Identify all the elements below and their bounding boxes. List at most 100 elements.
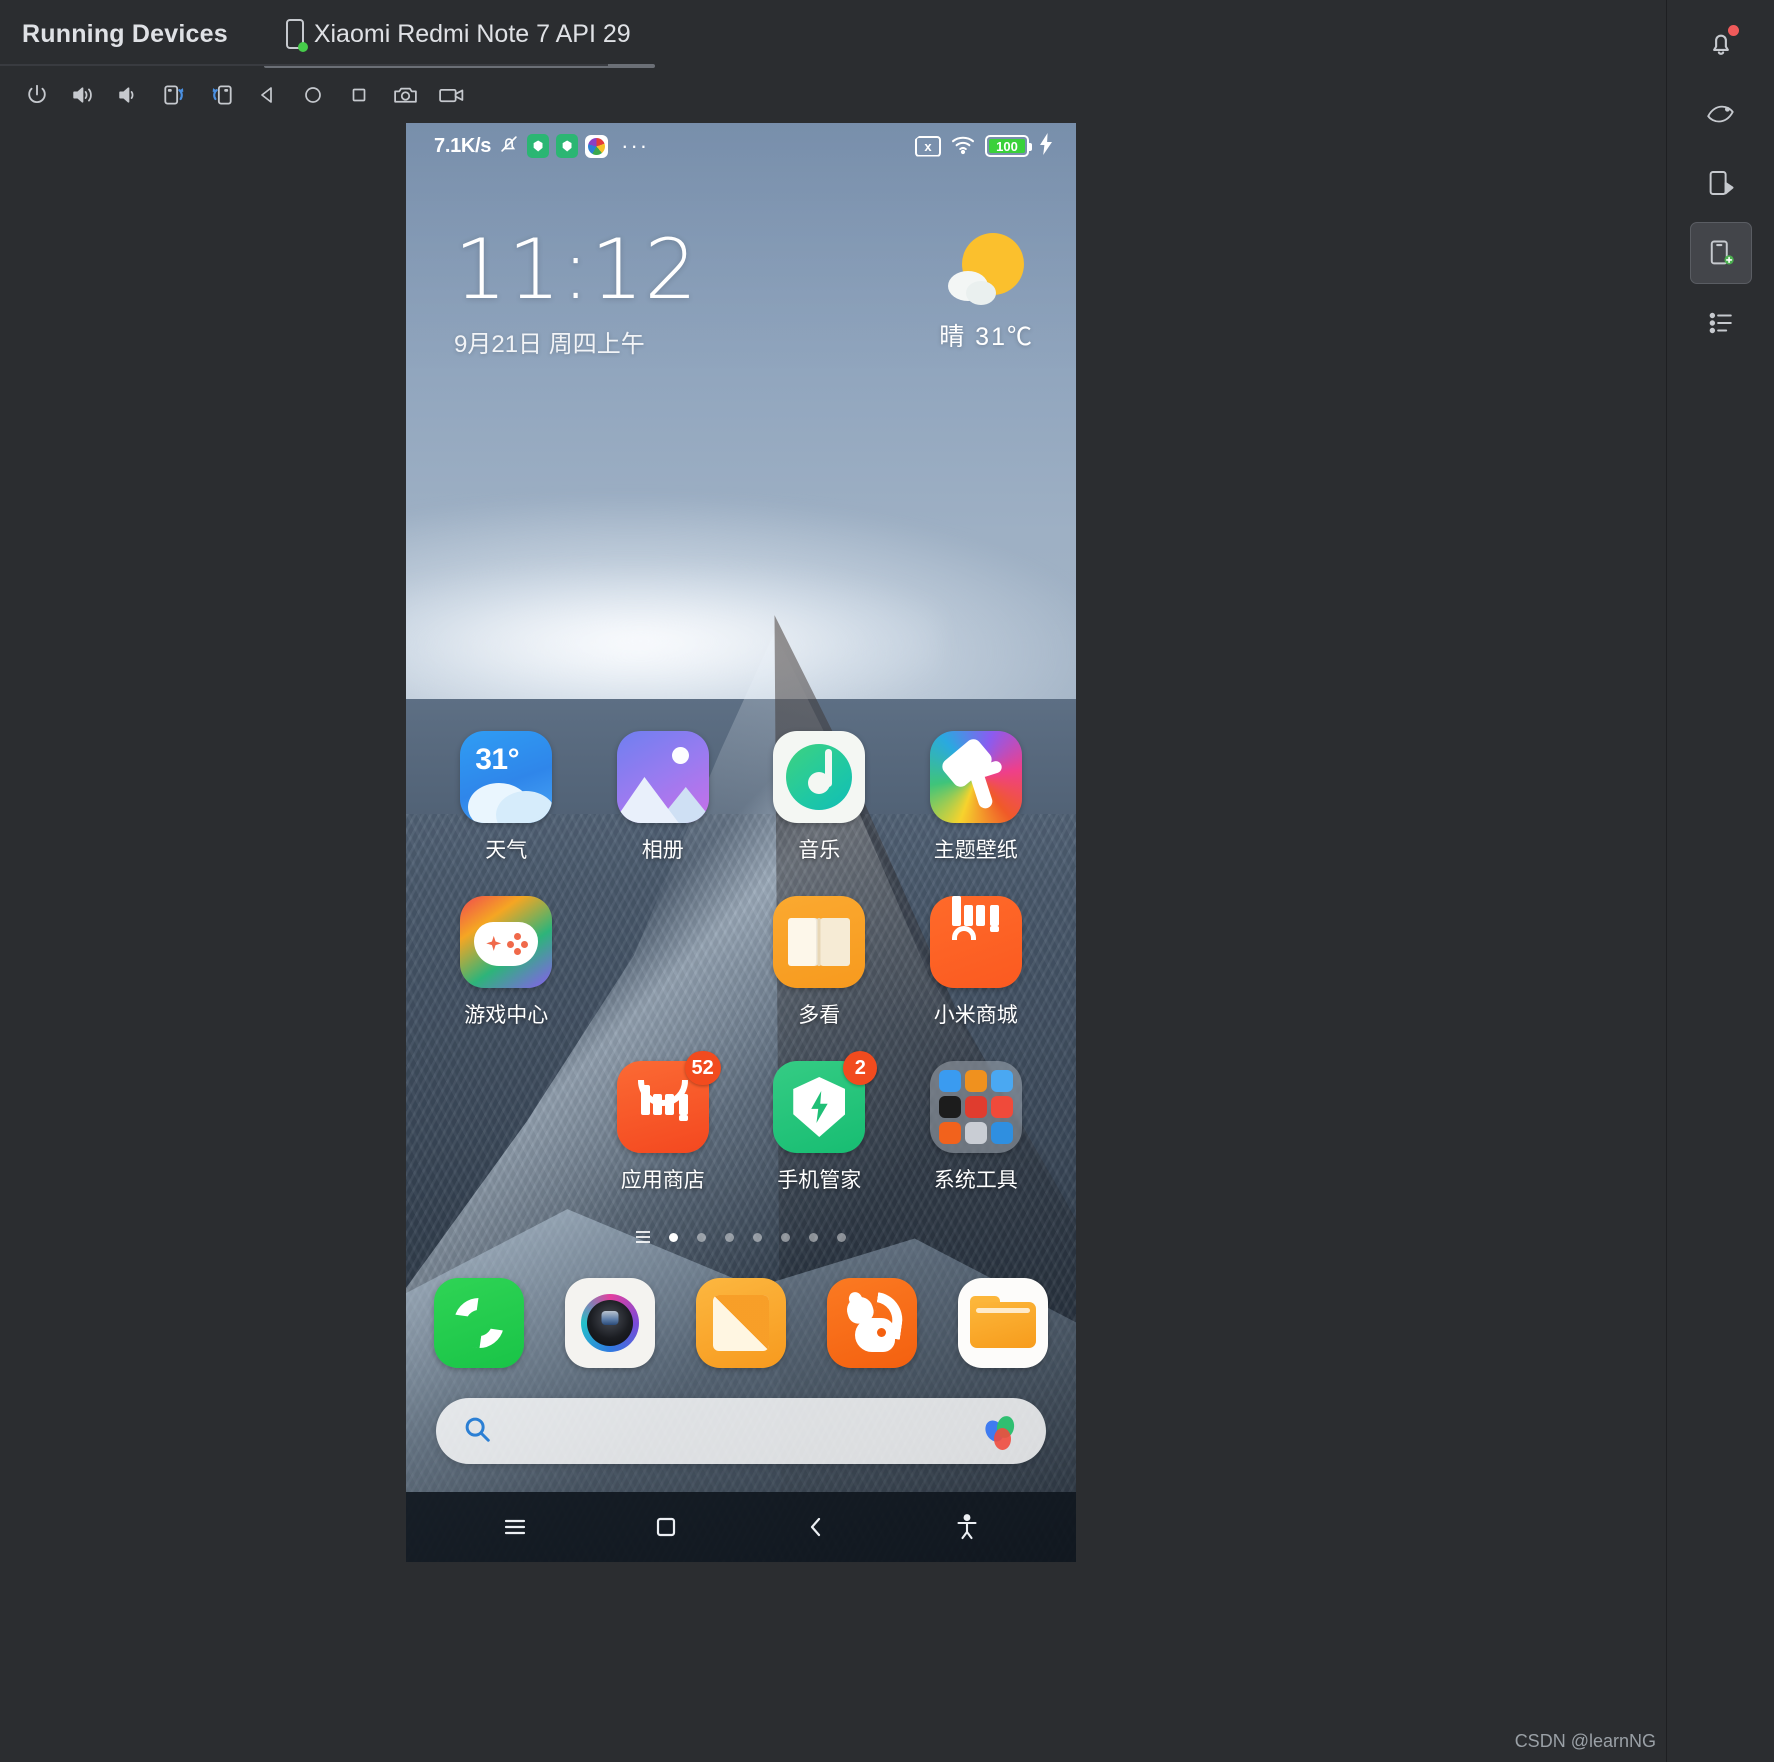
- app-cell-themes[interactable]: 主题壁纸: [898, 731, 1055, 864]
- folder-tile-6: [990, 1096, 1013, 1118]
- nav-menu-button[interactable]: [485, 1497, 545, 1557]
- rotate-right-button[interactable]: [198, 72, 244, 118]
- app-cell-duokan[interactable]: 多看: [741, 896, 898, 1029]
- file-manager-icon[interactable]: [958, 1278, 1048, 1368]
- app-cell-weather[interactable]: 31° 天气: [428, 731, 585, 864]
- clock-widget[interactable]: 11:12 9月21日 周四上午: [454, 221, 699, 359]
- battery-icon: 100: [985, 135, 1032, 157]
- android-nav-bar: [406, 1492, 1076, 1562]
- nav-accessibility-button[interactable]: [937, 1497, 997, 1557]
- camera-app-icon[interactable]: [565, 1278, 655, 1368]
- folder-tile-9: [990, 1122, 1013, 1144]
- watermark: CSDN @learnNG: [1514, 1731, 1656, 1751]
- overview-button[interactable]: [336, 72, 382, 118]
- logcat-button[interactable]: [1690, 292, 1752, 354]
- page-dot-4[interactable]: [753, 1232, 762, 1242]
- app-label: 游戏中心: [464, 1004, 549, 1027]
- app-cell-gallery[interactable]: 相册: [585, 731, 742, 864]
- folder-tile-8: [964, 1122, 987, 1144]
- app-label: 音乐: [798, 839, 841, 862]
- icon-wrap: [929, 731, 1022, 823]
- icon-wrap: [773, 731, 866, 823]
- page-dot-3[interactable]: [725, 1232, 734, 1242]
- green-shield-icon-2: [556, 134, 579, 158]
- music-icon: [773, 731, 866, 823]
- system-tools-folder-icon: [929, 1061, 1022, 1153]
- app-cell-app-store[interactable]: 52 应用商店: [585, 1051, 742, 1194]
- no-sim-icon: x: [915, 135, 941, 157]
- icon-wrap: 52: [616, 1051, 721, 1153]
- app-cell-system-tools-folder[interactable]: 系统工具: [898, 1061, 1055, 1194]
- tool-window-header: Running Devices Xiaomi Redmi Note 7 API …: [0, 0, 1666, 68]
- page-dot-1[interactable]: [669, 1232, 678, 1242]
- ide-window: Running Devices Xiaomi Redmi Note 7 API …: [0, 0, 1774, 1762]
- page-list-icon[interactable]: [636, 1231, 650, 1243]
- page-dot-2[interactable]: [697, 1232, 706, 1242]
- device-tab[interactable]: Xiaomi Redmi Note 7 API 29: [263, 0, 655, 68]
- security-badge: 2: [843, 1051, 878, 1085]
- app-cell-mi-store[interactable]: 小米商城: [898, 896, 1055, 1029]
- header-divider: [0, 64, 608, 66]
- icon-wrap: 2: [773, 1051, 878, 1153]
- app-cell-security[interactable]: 2 手机管家: [741, 1051, 898, 1194]
- nav-back-button[interactable]: [786, 1497, 846, 1557]
- notes-icon[interactable]: [696, 1278, 786, 1368]
- nav-home-button[interactable]: [636, 1497, 696, 1557]
- search-icon: [462, 1414, 492, 1449]
- search-bar[interactable]: [436, 1398, 1046, 1464]
- status-bar-right: x 100: [915, 132, 1054, 160]
- battery-level-label: 100: [989, 139, 1025, 154]
- game-center-icon: [460, 896, 553, 988]
- weather-icon: 31°: [460, 731, 553, 823]
- rainbow-app-icon: [585, 134, 609, 158]
- app-store-badge: 52: [684, 1051, 721, 1085]
- app-label: 多看: [798, 1004, 841, 1027]
- dock: [406, 1278, 1076, 1368]
- back-button[interactable]: [244, 72, 290, 118]
- folder-preview-grid: [938, 1070, 1013, 1144]
- duokan-reader-icon: [773, 896, 866, 988]
- status-bar-left: 7.1K/s ···: [434, 133, 649, 160]
- running-devices-button[interactable]: [1689, 222, 1752, 284]
- green-shield-icon: [527, 134, 550, 158]
- clock-time: 11:12: [454, 221, 699, 318]
- icon-wrap: [929, 896, 1022, 988]
- app-label: 小米商城: [933, 1004, 1018, 1027]
- network-speed-label: 7.1K/s: [434, 134, 492, 157]
- emulator-button[interactable]: [1690, 82, 1752, 144]
- app-label: 系统工具: [933, 1169, 1018, 1192]
- android-status-bar: 7.1K/s ··· x 100: [406, 123, 1076, 169]
- charging-bolt-icon: [1038, 132, 1054, 160]
- rotate-left-button[interactable]: [152, 72, 198, 118]
- folder-tile-4: [938, 1096, 961, 1118]
- power-button[interactable]: [14, 72, 60, 118]
- page-dot-5[interactable]: [781, 1232, 790, 1242]
- folder-tile-2: [964, 1070, 987, 1092]
- page-dot-6[interactable]: [809, 1232, 818, 1242]
- overflow-dots-icon: ···: [621, 133, 650, 158]
- home-button[interactable]: [290, 72, 336, 118]
- icon-wrap: [773, 896, 866, 988]
- assistant-icon[interactable]: [981, 1414, 1020, 1450]
- page-dot-7[interactable]: [837, 1232, 846, 1242]
- volume-up-button[interactable]: [60, 72, 106, 118]
- app-cell-music[interactable]: 音乐: [741, 731, 898, 864]
- folder-tile-3: [990, 1070, 1013, 1092]
- notifications-button[interactable]: [1690, 12, 1752, 74]
- app-label: 主题壁纸: [933, 839, 1018, 862]
- weather-widget[interactable]: 晴 31℃: [939, 233, 1034, 353]
- record-button[interactable]: [428, 72, 474, 118]
- emulator-device-screen[interactable]: 7.1K/s ··· x 100 11:12 9月21日 周四上午 晴 31℃ …: [406, 123, 1076, 1562]
- icon-wrap: 31°: [460, 731, 553, 823]
- themes-icon: [929, 731, 1022, 823]
- screenshot-button[interactable]: [382, 72, 428, 118]
- app-cell-game-center[interactable]: 游戏中心: [428, 896, 585, 1029]
- layout-inspector-button[interactable]: [1690, 152, 1752, 214]
- sun-cloud-icon: [946, 233, 1028, 309]
- mi-store-icon: [929, 896, 1022, 988]
- volume-down-button[interactable]: [106, 72, 152, 118]
- uc-browser-icon[interactable]: [827, 1278, 917, 1368]
- page-indicator[interactable]: [406, 1231, 1076, 1243]
- app-grid: 31° 天气 相册 音乐 主题壁纸 游戏中心 多看 小米商城 52 应用商店 2…: [406, 731, 1076, 1194]
- phone-icon[interactable]: [434, 1278, 524, 1368]
